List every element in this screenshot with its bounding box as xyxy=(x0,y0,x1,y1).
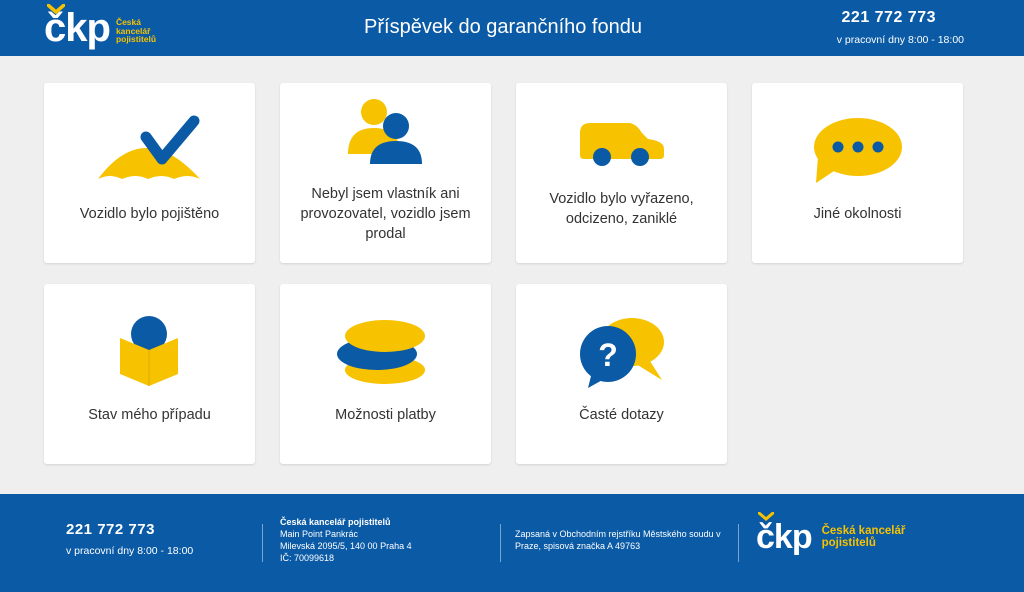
footer-divider xyxy=(500,524,501,562)
header-hours: v pracovní dny 8:00 - 18:00 xyxy=(836,34,964,46)
footer-phone[interactable]: 221 772 773 xyxy=(66,521,155,538)
logo-name: Česká kancelář pojistitelů xyxy=(822,525,906,549)
tile-label: Možnosti platby xyxy=(335,407,436,423)
tile-label: Vozidlo bylo pojištěno xyxy=(79,206,220,222)
logo-mark-text: čkp xyxy=(756,518,813,556)
tile-case-status[interactable]: Stav mého případu xyxy=(44,284,255,464)
tile-payment-options[interactable]: Možnosti platby xyxy=(280,284,491,464)
page-footer: 221 772 773 v pracovní dny 8:00 - 18:00 … xyxy=(0,494,1024,592)
logo-name-line: Česká kancelář xyxy=(821,524,906,537)
tile-vehicle-decommissioned[interactable]: Vozidlo bylo vyřazeno, odcizeno, zaniklé xyxy=(516,83,727,263)
question-bubbles-icon: ? xyxy=(580,318,664,388)
logo-mark: čkp xyxy=(756,512,813,556)
chat-bubble-icon xyxy=(814,118,902,183)
page-header: čkp Česká kancelář pojistitelů Příspěvek… xyxy=(0,0,1024,56)
company-name: Česká kancelář pojistitelů xyxy=(280,517,391,527)
footer-divider xyxy=(738,524,739,562)
footer-divider xyxy=(262,524,263,562)
footer-hours: v pracovní dny 8:00 - 18:00 xyxy=(66,545,194,557)
tile-not-owner[interactable]: Nebyl jsem vlastník ani provozovatel, vo… xyxy=(280,83,491,263)
coins-icon xyxy=(337,320,425,384)
logo-hacek-icon xyxy=(758,512,774,521)
users-icon xyxy=(348,99,422,164)
tile-label: Nebyl jsem vlastník ani provozovatel, vo… xyxy=(300,186,471,242)
tile-label: Stav mého případu xyxy=(88,407,211,423)
svg-text:?: ? xyxy=(598,337,618,373)
tile-label: Vozidlo bylo vyřazeno, odcizeno, zaniklé xyxy=(549,191,694,227)
logo-name-line: pojistitelů xyxy=(821,537,876,549)
footer-register: Zapsaná v Obchodním rejstříku Městského … xyxy=(515,529,721,551)
tile-other-circumstances[interactable]: Jiné okolnosti xyxy=(752,83,963,263)
logo-hacek-icon xyxy=(47,4,65,14)
company-line: Main Point Pankrác xyxy=(280,529,359,539)
umbrella-check-icon xyxy=(98,115,200,179)
company-line: Milevská 2095/5, 140 00 Praha 4 xyxy=(280,541,412,551)
header-phone[interactable]: 221 772 773 xyxy=(842,9,936,27)
footer-company: Česká kancelář pojistitelů Main Point Pa… xyxy=(280,516,412,564)
tile-faq[interactable]: ? Časté dotazy xyxy=(516,284,727,464)
tile-label: Časté dotazy xyxy=(579,407,664,423)
reading-person-icon xyxy=(120,316,178,386)
footer-ckp-logo[interactable]: čkp Česká kancelář pojistitelů xyxy=(756,512,906,556)
tile-label: Jiné okolnosti xyxy=(813,206,902,222)
tile-vehicle-insured[interactable]: Vozidlo bylo pojištěno xyxy=(44,83,255,263)
car-icon xyxy=(580,123,664,166)
company-line: IČ: 70099618 xyxy=(280,553,335,563)
